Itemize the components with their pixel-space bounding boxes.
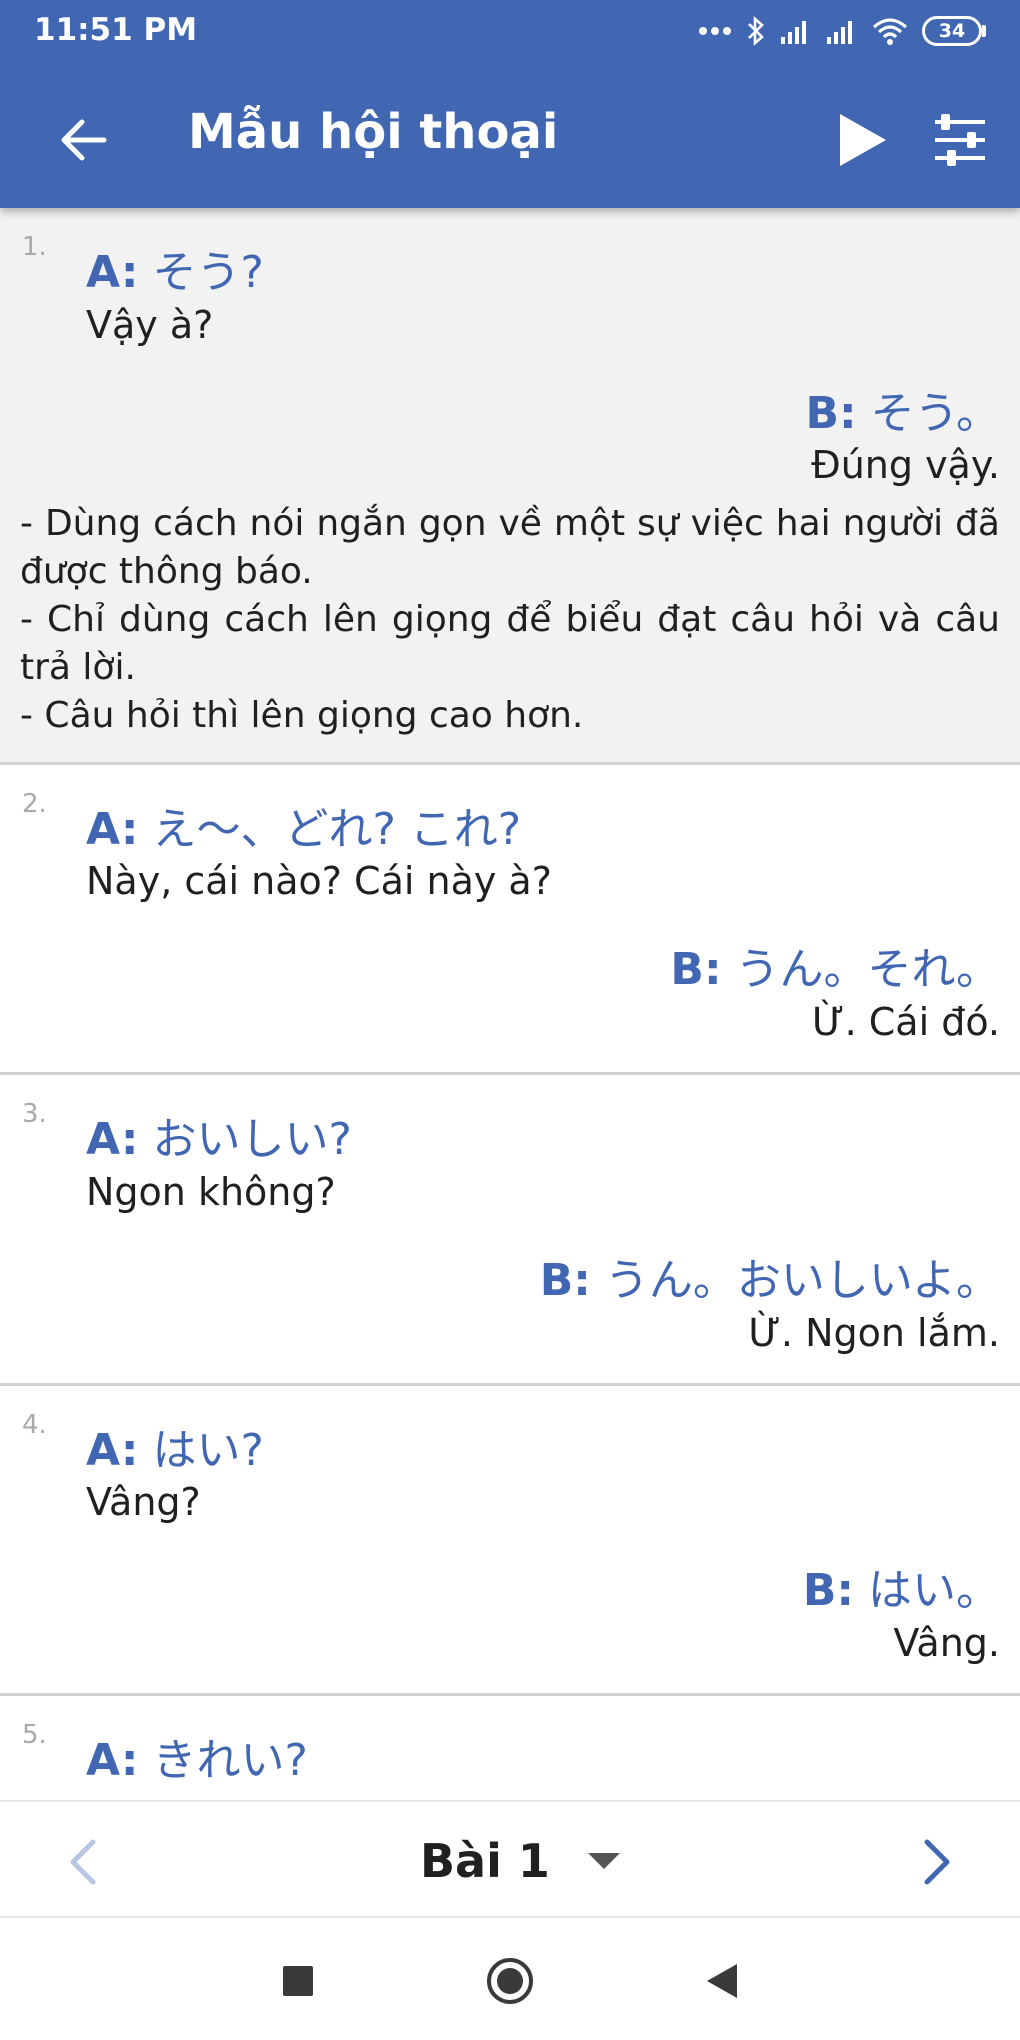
speaker-b-text: はい。 (868, 1565, 1000, 1617)
wifi-icon (872, 18, 908, 45)
previous-lesson-button[interactable] (42, 1822, 122, 1902)
sliders-icon (935, 114, 985, 166)
speaker-b-translation: Vâng. (893, 1621, 1000, 1666)
back-nav-button[interactable] (687, 1946, 757, 2016)
next-lesson-button[interactable] (898, 1822, 978, 1902)
lesson-nav-bar: Bài 1 (0, 1800, 1020, 1918)
speaker-b-line: B: はい。 (0, 1564, 1020, 1618)
item-number: 5. (22, 1720, 47, 1751)
dialogue-list[interactable]: 1. A: そう? Vậy à? B: そう。 Đúng vậy. - Dùng… (0, 208, 1020, 1800)
speaker-a-line: A: はい? (0, 1386, 1020, 1478)
app-bar: Mẫu hội thoại (0, 62, 1020, 208)
battery-level: 34 (922, 16, 982, 46)
caret-down-icon (587, 1853, 620, 1869)
recents-button[interactable] (263, 1946, 333, 2016)
speaker-a-text: え〜、どれ? これ? (152, 803, 522, 855)
status-time: 11:51 PM (34, 12, 198, 48)
item-number: 2. (22, 788, 47, 819)
play-button[interactable] (822, 100, 902, 180)
speaker-a-text: そう? (152, 247, 264, 298)
speaker-a-translation: Vậy à? (86, 302, 214, 347)
item-number: 1. (22, 232, 47, 262)
speaker-b-text: うん。おいしいよ。 (604, 1254, 1000, 1306)
speaker-a-line: A: おいしい? (0, 1075, 1020, 1167)
chevron-left-icon (70, 1839, 96, 1885)
speaker-b-translation: Ừ. Cái đó. (812, 1000, 1000, 1045)
speaker-b-label: B: (539, 1254, 591, 1306)
play-icon (840, 114, 886, 166)
speaker-a-translation: Vâng? (86, 1480, 201, 1525)
bluetooth-icon (748, 16, 764, 46)
more-dots-icon (699, 27, 731, 35)
dialogue-item-4[interactable]: 4. A: はい? Vâng? B: はい。 Vâng. (0, 1386, 1020, 1697)
speaker-a-label: A: (86, 1114, 139, 1166)
chevron-right-icon (924, 1839, 950, 1885)
note-line: - Câu hỏi thì lên giọng cao hơn. (20, 694, 584, 736)
speaker-a-line: A: きれい? (0, 1696, 1020, 1788)
speaker-b-line: B: うん。それ。 (0, 943, 1020, 997)
note-line: - Chỉ dùng cách lên giọng để biểu đạt câ… (20, 598, 1000, 688)
status-bar: 11:51 PM 34 (0, 0, 1020, 62)
page-title: Mẫu hội thoại (188, 104, 559, 160)
speaker-b-line: B: うん。おいしいよ。 (0, 1254, 1020, 1308)
speaker-a-label: A: (86, 1424, 139, 1476)
home-button[interactable] (475, 1946, 545, 2016)
dialogue-item-5[interactable]: 5. A: きれい? (0, 1696, 1020, 1788)
settings-button[interactable] (920, 100, 1000, 180)
usage-note: - Dùng cách nói ngắn gọn về một sự việc … (0, 500, 1020, 762)
speaker-a-label: A: (86, 803, 139, 855)
speaker-a-line: A: そう? (0, 208, 1020, 300)
speaker-b-label: B: (802, 1565, 854, 1617)
lesson-dropdown[interactable]: Bài 1 (420, 1826, 622, 1896)
back-button[interactable] (44, 100, 124, 180)
signal-icon (781, 21, 806, 44)
dialogue-item-2[interactable]: 2. A: え〜、どれ? これ? Này, cái nào? Cái này à… (0, 765, 1020, 1076)
item-number: 3. (22, 1099, 47, 1130)
speaker-a-text: きれい? (152, 1735, 308, 1787)
battery-tip (982, 25, 986, 37)
item-number: 4. (22, 1409, 47, 1440)
dialogue-item-1[interactable]: 1. A: そう? Vậy à? B: そう。 Đúng vậy. - Dùng… (0, 208, 1020, 765)
speaker-a-text: はい? (152, 1424, 264, 1476)
speaker-a-label: A: (86, 1735, 139, 1787)
circle-icon (487, 1958, 533, 2004)
triangle-back-icon (707, 1964, 737, 1998)
lesson-label: Bài 1 (420, 1834, 550, 1888)
speaker-a-translation: Ngon không? (86, 1169, 336, 1214)
speaker-b-label: B: (805, 387, 857, 439)
speaker-b-translation: Ừ. Ngon lắm. (748, 1310, 1000, 1355)
battery-icon: 34 (922, 16, 986, 46)
speaker-a-line: A: え〜、どれ? これ? (0, 765, 1020, 857)
dialogue-item-3[interactable]: 3. A: おいしい? Ngon không? B: うん。おいしいよ。 Ừ. … (0, 1075, 1020, 1386)
speaker-b-line: B: そう。 (0, 387, 1020, 441)
square-icon (283, 1966, 313, 1996)
speaker-b-text: うん。それ。 (735, 944, 1000, 996)
note-line: - Dùng cách nói ngắn gọn về một sự việc … (20, 502, 1000, 592)
speaker-b-label: B: (670, 944, 722, 996)
speaker-a-text: おいしい? (152, 1114, 352, 1166)
speaker-a-translation: Này, cái nào? Cái này à? (86, 859, 552, 904)
arrow-left-icon (61, 119, 107, 161)
signal-icon-2 (827, 21, 852, 44)
speaker-b-translation: Đúng vậy. (811, 443, 1000, 488)
speaker-b-text: そう。 (870, 387, 1000, 439)
speaker-a-label: A: (86, 247, 139, 298)
system-nav-bar (0, 1918, 1020, 2040)
status-icons: 34 (698, 14, 986, 48)
